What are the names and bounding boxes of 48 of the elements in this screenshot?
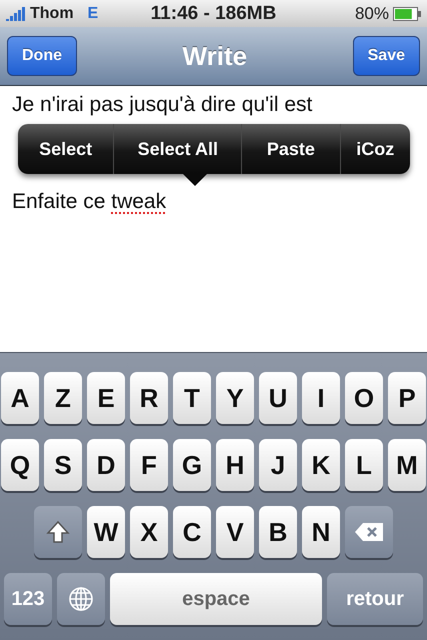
globe-key[interactable] bbox=[57, 573, 105, 625]
battery-percent: 80% bbox=[354, 4, 389, 24]
key[interactable]: S bbox=[44, 439, 82, 491]
status-time: 11:46 - 186MB bbox=[150, 2, 276, 24]
network-type: E bbox=[88, 4, 98, 22]
key[interactable]: L bbox=[345, 439, 383, 491]
backspace-key[interactable] bbox=[345, 506, 393, 558]
globe-icon bbox=[68, 586, 94, 612]
shift-key[interactable] bbox=[34, 506, 82, 558]
key[interactable]: G bbox=[173, 439, 211, 491]
key[interactable]: F bbox=[130, 439, 168, 491]
key[interactable]: X bbox=[130, 506, 168, 558]
signal-icon bbox=[6, 6, 26, 20]
menu-pointer bbox=[182, 173, 208, 187]
save-button[interactable]: Save bbox=[352, 36, 420, 76]
menu-item[interactable]: Paste bbox=[241, 124, 340, 174]
nav-title: Write bbox=[182, 40, 248, 72]
key[interactable]: Q bbox=[1, 439, 39, 491]
key[interactable]: I bbox=[302, 372, 340, 424]
key[interactable]: B bbox=[259, 506, 297, 558]
key[interactable]: P bbox=[388, 372, 426, 424]
key[interactable]: T bbox=[173, 372, 211, 424]
key[interactable]: M bbox=[388, 439, 426, 491]
text-line: Je n'irai pas jusqu'à dire qu'il est bbox=[12, 92, 314, 118]
key[interactable]: J bbox=[259, 439, 297, 491]
key[interactable]: A bbox=[1, 372, 39, 424]
key[interactable]: V bbox=[216, 506, 254, 558]
key[interactable]: E bbox=[87, 372, 125, 424]
battery-icon bbox=[393, 6, 421, 20]
key[interactable]: W bbox=[87, 506, 125, 558]
space-key[interactable]: espace bbox=[110, 573, 322, 625]
key[interactable]: D bbox=[87, 439, 125, 491]
key[interactable]: R bbox=[130, 372, 168, 424]
carrier-name: Thom bbox=[30, 4, 74, 22]
key[interactable]: Y bbox=[216, 372, 254, 424]
key[interactable]: Z bbox=[44, 372, 82, 424]
menu-item[interactable]: iCoz bbox=[340, 124, 410, 174]
done-button[interactable]: Done bbox=[7, 36, 77, 76]
key[interactable]: K bbox=[302, 439, 340, 491]
key[interactable]: O bbox=[345, 372, 383, 424]
key[interactable]: H bbox=[216, 439, 254, 491]
key[interactable]: U bbox=[259, 372, 297, 424]
key[interactable]: C bbox=[173, 506, 211, 558]
shift-icon bbox=[46, 520, 70, 544]
text-line: Enfaite ce tweak bbox=[12, 189, 168, 215]
menu-item[interactable]: Select bbox=[18, 124, 114, 174]
backspace-icon bbox=[354, 522, 384, 542]
key[interactable]: N bbox=[302, 506, 340, 558]
